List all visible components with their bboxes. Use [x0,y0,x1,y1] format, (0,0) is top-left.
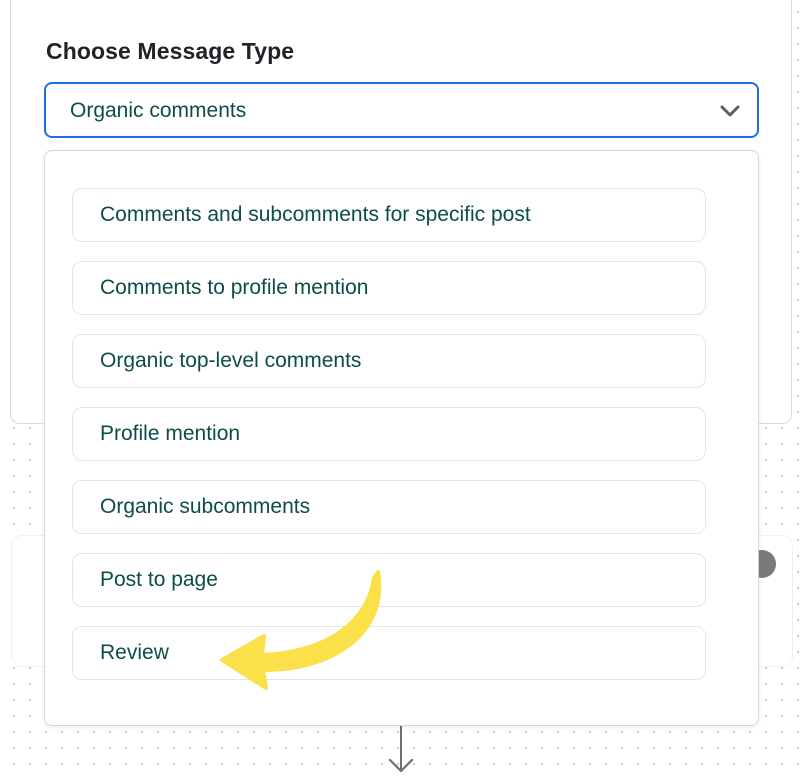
option-label: Comments to profile mention [100,276,369,299]
chevron-down-icon[interactable] [719,100,741,122]
dropdown-menu: Comments and subcomments for specific po… [44,150,759,726]
select-value: Organic comments [70,99,247,122]
option-label: Profile mention [100,422,241,445]
option-label: Organic subcomments [100,495,311,518]
option-profile-mention[interactable]: Profile mention [72,407,706,461]
option-label: Organic top-level comments [100,349,362,372]
option-organic-top-level-comments[interactable]: Organic top-level comments [72,334,706,388]
option-organic-subcomments[interactable]: Organic subcomments [72,480,706,534]
option-review[interactable]: Review [72,626,706,680]
message-type-select[interactable]: Organic comments [44,82,759,138]
option-comments-and-subcomments[interactable]: Comments and subcomments for specific po… [72,188,706,242]
arrow-down-icon [388,758,414,773]
field-label: Choose Message Type [46,38,295,64]
option-label: Post to page [100,568,218,591]
option-label: Review [100,641,169,664]
option-comments-to-profile-mention[interactable]: Comments to profile mention [72,261,706,315]
option-post-to-page[interactable]: Post to page [72,553,706,607]
option-label: Comments and subcomments for specific po… [100,203,531,226]
